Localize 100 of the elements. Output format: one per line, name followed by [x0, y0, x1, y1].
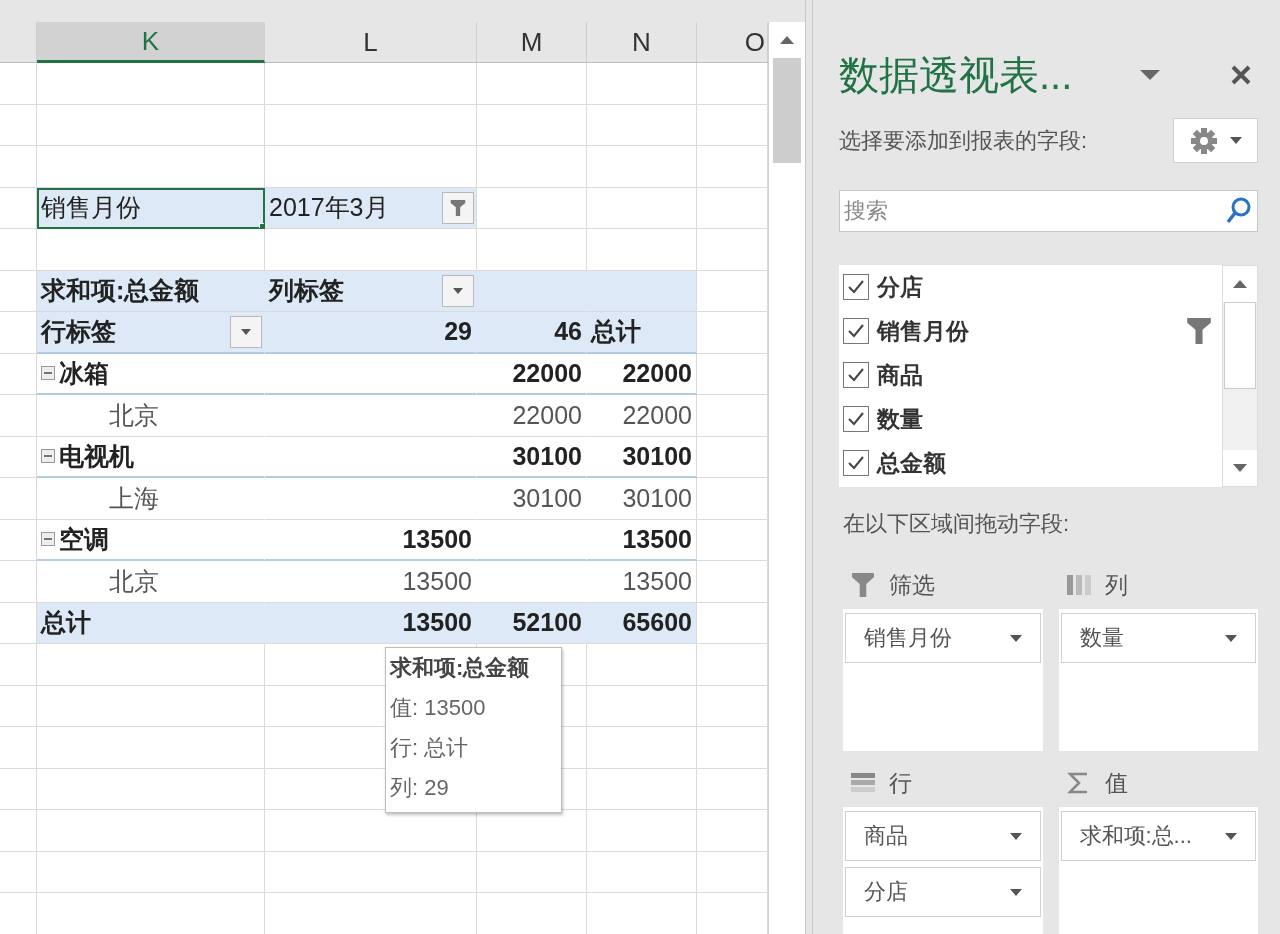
filter-dropdown[interactable]	[442, 191, 474, 224]
table-cell: 30100	[587, 436, 697, 478]
row-header[interactable]	[0, 395, 37, 437]
row-header[interactable]	[0, 644, 37, 686]
column-header[interactable]: N	[587, 22, 697, 63]
field-label[interactable]: 销售月份	[877, 315, 1178, 347]
field-label[interactable]: 分店	[877, 271, 1222, 303]
drop-area[interactable]: 商品 分店	[843, 807, 1043, 934]
checkbox[interactable]	[843, 450, 869, 476]
table-cell: 总计	[37, 602, 265, 644]
checkbox[interactable]	[843, 318, 869, 344]
column-header[interactable]: O	[697, 22, 768, 63]
scroll-thumb[interactable]	[1224, 302, 1256, 389]
row-header[interactable]	[0, 63, 37, 105]
tooltip-title: 求和项:总金额	[390, 654, 530, 682]
area-label: 行	[889, 768, 912, 798]
row-header[interactable]	[0, 104, 37, 146]
scroll-up-icon[interactable]	[780, 36, 794, 44]
check-icon	[847, 323, 865, 339]
scroll-thumb[interactable]	[773, 58, 801, 163]
filter-icon	[450, 199, 466, 216]
cell-text: 行标签	[41, 316, 116, 348]
tooltip-line: 值: 13500	[390, 694, 486, 722]
collapse-icon[interactable]	[41, 449, 55, 464]
checkbox[interactable]	[843, 274, 869, 300]
table-cell: 13500	[265, 602, 477, 644]
table-cell: 总计	[587, 312, 697, 354]
caret-icon	[1009, 634, 1022, 642]
table-cell[interactable]: 销售月份	[37, 187, 265, 229]
tooltip-line: 列: 29	[390, 774, 449, 802]
scrollbar[interactable]	[1222, 265, 1258, 487]
row-header[interactable]	[0, 768, 37, 810]
table-cell: 13500	[265, 519, 477, 561]
field-chip[interactable]: 销售月份	[845, 613, 1041, 663]
table-cell: 求和项:总金额	[37, 270, 265, 312]
columns-icon	[1066, 573, 1091, 597]
field-label[interactable]: 商品	[877, 359, 1222, 391]
search-icon	[1226, 197, 1252, 225]
dropdown-button[interactable]	[230, 315, 262, 348]
table-cell: 13500	[265, 561, 477, 603]
table-cell: 13500	[587, 561, 697, 603]
close-icon[interactable]	[1230, 64, 1252, 86]
table-cell: 22000	[587, 395, 697, 437]
collapse-icon[interactable]	[41, 366, 55, 381]
prompt-text: 选择要添加到报表的字段:	[839, 126, 1088, 155]
caret-icon	[1225, 634, 1237, 642]
row-header[interactable]	[0, 478, 37, 520]
scrollbar[interactable]	[768, 22, 805, 934]
check-icon	[847, 411, 865, 427]
cell-text: 2017年3月	[269, 192, 389, 224]
filter-icon	[851, 573, 875, 597]
drop-area[interactable]: 求和项:总...	[1058, 807, 1258, 934]
table-cell: 13500	[587, 519, 697, 561]
field-label[interactable]: 数量	[877, 403, 1222, 435]
drop-area[interactable]: 销售月份	[843, 609, 1043, 751]
caret-icon[interactable]	[1140, 70, 1160, 80]
row-header[interactable]	[0, 685, 37, 727]
search-field[interactable]: 搜索	[839, 190, 1258, 232]
field-chip[interactable]: 数量	[1060, 613, 1256, 663]
tooltip-line: 行: 总计	[390, 734, 469, 762]
table-cell: 北京	[37, 395, 265, 437]
field-chip[interactable]: 分店	[845, 867, 1041, 917]
settings-button[interactable]	[1173, 118, 1258, 163]
field-chip[interactable]: 商品	[845, 811, 1041, 861]
caret-icon	[453, 287, 463, 294]
drag-hint: 在以下区域间拖动字段:	[842, 510, 1071, 538]
table-cell: 46	[477, 312, 587, 354]
caret-icon	[1009, 888, 1022, 896]
cell-text: 销售月份	[41, 192, 141, 224]
cell-text: 冰箱	[59, 357, 109, 389]
drop-area[interactable]: 数量	[1058, 609, 1258, 751]
dropdown-button[interactable]	[442, 274, 474, 307]
checkbox[interactable]	[843, 406, 869, 432]
field-chip[interactable]: 求和项:总...	[1060, 811, 1256, 861]
table-cell: 22000	[477, 353, 587, 395]
caret-icon	[241, 328, 251, 335]
table-cell: 30100	[587, 478, 697, 520]
column-header[interactable]: K	[37, 22, 265, 63]
row-header[interactable]	[0, 851, 37, 893]
table-cell: 52100	[477, 602, 587, 644]
caret-icon	[1229, 137, 1242, 144]
scroll-up-icon[interactable]	[1233, 280, 1247, 288]
cell-text: 列标签	[269, 275, 344, 307]
row-header[interactable]	[0, 146, 37, 188]
column-header[interactable]: L	[265, 22, 477, 63]
table-cell: 30100	[477, 478, 587, 520]
row-header[interactable]	[0, 727, 37, 769]
corner-cell[interactable]	[0, 22, 37, 63]
rows-icon	[851, 771, 875, 795]
row-header[interactable]	[0, 561, 37, 603]
checkbox[interactable]	[843, 362, 869, 388]
area-label: 值	[1104, 768, 1128, 798]
collapse-icon[interactable]	[41, 532, 55, 547]
cell-text: 电视机	[59, 440, 134, 472]
field-label[interactable]: 总金额	[877, 447, 1222, 479]
scroll-down-icon[interactable]	[1233, 464, 1247, 472]
column-header[interactable]: M	[477, 22, 587, 63]
table-cell: 22000	[587, 353, 697, 395]
row-header[interactable]	[0, 810, 37, 852]
row-header[interactable]	[0, 229, 37, 271]
